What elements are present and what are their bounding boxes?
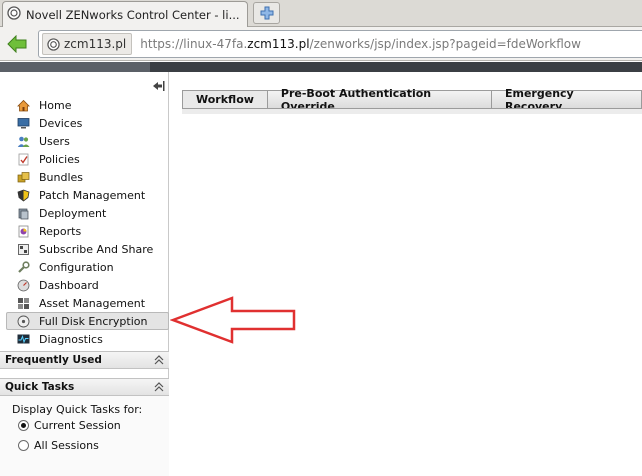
quick-tasks-header[interactable]: Quick Tasks bbox=[0, 378, 169, 396]
sidebar-item-label: Devices bbox=[39, 116, 83, 130]
url-text[interactable]: https://linux-47fa.zcm113.pl/zenworks/js… bbox=[140, 37, 581, 51]
quick-tasks-label: Display Quick Tasks for: bbox=[12, 403, 143, 416]
radio-label: All Sessions bbox=[34, 439, 99, 452]
collapse-panel-button[interactable] bbox=[152, 80, 165, 92]
sidebar-item-deployment[interactable]: Deployment bbox=[0, 204, 169, 222]
sidebar-item-label: Home bbox=[39, 98, 72, 112]
plus-icon bbox=[260, 6, 273, 20]
browser-tab[interactable]: Novell ZENworks Control Center - li... bbox=[2, 1, 248, 27]
dashboard-icon bbox=[17, 279, 30, 292]
radio-label: Current Session bbox=[34, 419, 121, 432]
quick-tasks-panel: Display Quick Tasks for: Current Session… bbox=[0, 396, 169, 476]
sidebar-item-dashboard[interactable]: Dashboard bbox=[0, 276, 169, 294]
sidebar-item-devices[interactable]: Devices bbox=[0, 114, 169, 132]
radio-current-session[interactable]: Current Session bbox=[18, 419, 121, 432]
sidebar-item-label: Deployment bbox=[39, 206, 107, 220]
reports-icon bbox=[17, 225, 30, 238]
sidebar-item-patch-management[interactable]: Patch Management bbox=[0, 186, 169, 204]
tab-workflow[interactable]: Workflow bbox=[182, 90, 268, 109]
double-chevron-up-icon bbox=[154, 382, 164, 392]
page-tabs: Workflow Pre-Boot Authentication Overrid… bbox=[182, 87, 642, 113]
subscribe-icon bbox=[17, 243, 30, 256]
sidebar-item-label: Bundles bbox=[39, 170, 84, 184]
tab-emergency-recovery[interactable]: Emergency Recovery bbox=[492, 87, 642, 113]
quick-tasks-title: Quick Tasks bbox=[5, 381, 75, 393]
tab-content-border bbox=[182, 108, 642, 114]
sidebar-item-label: Diagnostics bbox=[39, 332, 103, 346]
sidebar-item-subscribe-and-share[interactable]: Subscribe And Share bbox=[0, 240, 169, 258]
sidebar-item-diagnostics[interactable]: Diagnostics bbox=[0, 330, 169, 348]
monitor-icon bbox=[17, 117, 30, 130]
navigation-bar: zcm113.pl https://linux-47fa.zcm113.pl/z… bbox=[0, 27, 642, 61]
url-domain: zcm113.pl bbox=[247, 37, 310, 51]
site-host: zcm113.pl bbox=[64, 37, 127, 51]
back-arrow-icon bbox=[7, 35, 27, 53]
site-favicon-icon bbox=[7, 6, 21, 23]
sidebar-item-policies[interactable]: Policies bbox=[0, 150, 169, 168]
url-prefix: https://linux-47fa. bbox=[140, 37, 248, 51]
sidebar-item-users[interactable]: Users bbox=[0, 132, 169, 150]
deployment-icon bbox=[17, 207, 30, 220]
left-navigation-panel: Home Devices Users Policies Bundles Patc… bbox=[0, 72, 169, 476]
disk-encryption-icon bbox=[17, 315, 30, 328]
users-icon bbox=[17, 135, 30, 148]
header-strip bbox=[0, 62, 642, 72]
sidebar-item-label: Asset Management bbox=[39, 296, 146, 310]
frequently-used-title: Frequently Used bbox=[5, 354, 102, 366]
site-identity-icon bbox=[47, 37, 60, 51]
url-bar[interactable]: zcm113.pl https://linux-47fa.zcm113.pl/z… bbox=[38, 30, 642, 58]
sidebar-item-label: Subscribe And Share bbox=[39, 242, 154, 256]
radio-button-unchecked[interactable] bbox=[18, 440, 29, 451]
sidebar-item-label: Policies bbox=[39, 152, 80, 166]
sidebar-item-label: Reports bbox=[39, 224, 82, 238]
sidebar-item-asset-management[interactable]: Asset Management bbox=[0, 294, 169, 312]
sidebar-item-label: Dashboard bbox=[39, 278, 99, 292]
sidebar-item-bundles[interactable]: Bundles bbox=[0, 168, 169, 186]
back-button[interactable] bbox=[5, 33, 29, 55]
sidebar-item-label: Patch Management bbox=[39, 188, 146, 202]
main-menu: Home Devices Users Policies Bundles Patc… bbox=[0, 96, 169, 348]
new-tab-button[interactable] bbox=[253, 2, 280, 24]
url-path: /zenworks/jsp/index.jsp?pageid=fdeWorkfl… bbox=[309, 37, 581, 51]
browser-tab-title: Novell ZENworks Control Center - li... bbox=[26, 7, 240, 22]
wrench-icon bbox=[17, 260, 30, 274]
sidebar-item-label: Configuration bbox=[39, 260, 114, 274]
radio-all-sessions[interactable]: All Sessions bbox=[18, 439, 99, 452]
asset-icon bbox=[17, 297, 30, 310]
sidebar-item-home[interactable]: Home bbox=[0, 96, 169, 114]
browser-tab-bar: Novell ZENworks Control Center - li... bbox=[0, 0, 642, 27]
home-icon bbox=[17, 99, 30, 112]
radio-button-checked[interactable] bbox=[18, 420, 29, 431]
policy-icon bbox=[17, 153, 30, 166]
frequently-used-header[interactable]: Frequently Used bbox=[0, 351, 169, 369]
double-chevron-up-icon bbox=[154, 355, 164, 365]
sidebar-item-reports[interactable]: Reports bbox=[0, 222, 169, 240]
sidebar-item-full-disk-encryption[interactable]: Full Disk Encryption bbox=[6, 312, 169, 330]
shield-icon bbox=[17, 189, 30, 202]
sidebar-item-configuration[interactable]: Configuration bbox=[0, 258, 169, 276]
tab-pre-boot-authentication-override[interactable]: Pre-Boot Authentication Override bbox=[267, 87, 492, 113]
diagnostics-icon bbox=[17, 333, 30, 346]
site-identity-badge[interactable]: zcm113.pl bbox=[42, 33, 133, 55]
sidebar-item-label: Full Disk Encryption bbox=[39, 314, 148, 328]
bundle-icon bbox=[17, 171, 30, 184]
sidebar-item-label: Users bbox=[39, 134, 70, 148]
collapse-left-icon bbox=[153, 81, 165, 91]
annotation-arrow-icon bbox=[170, 296, 296, 344]
